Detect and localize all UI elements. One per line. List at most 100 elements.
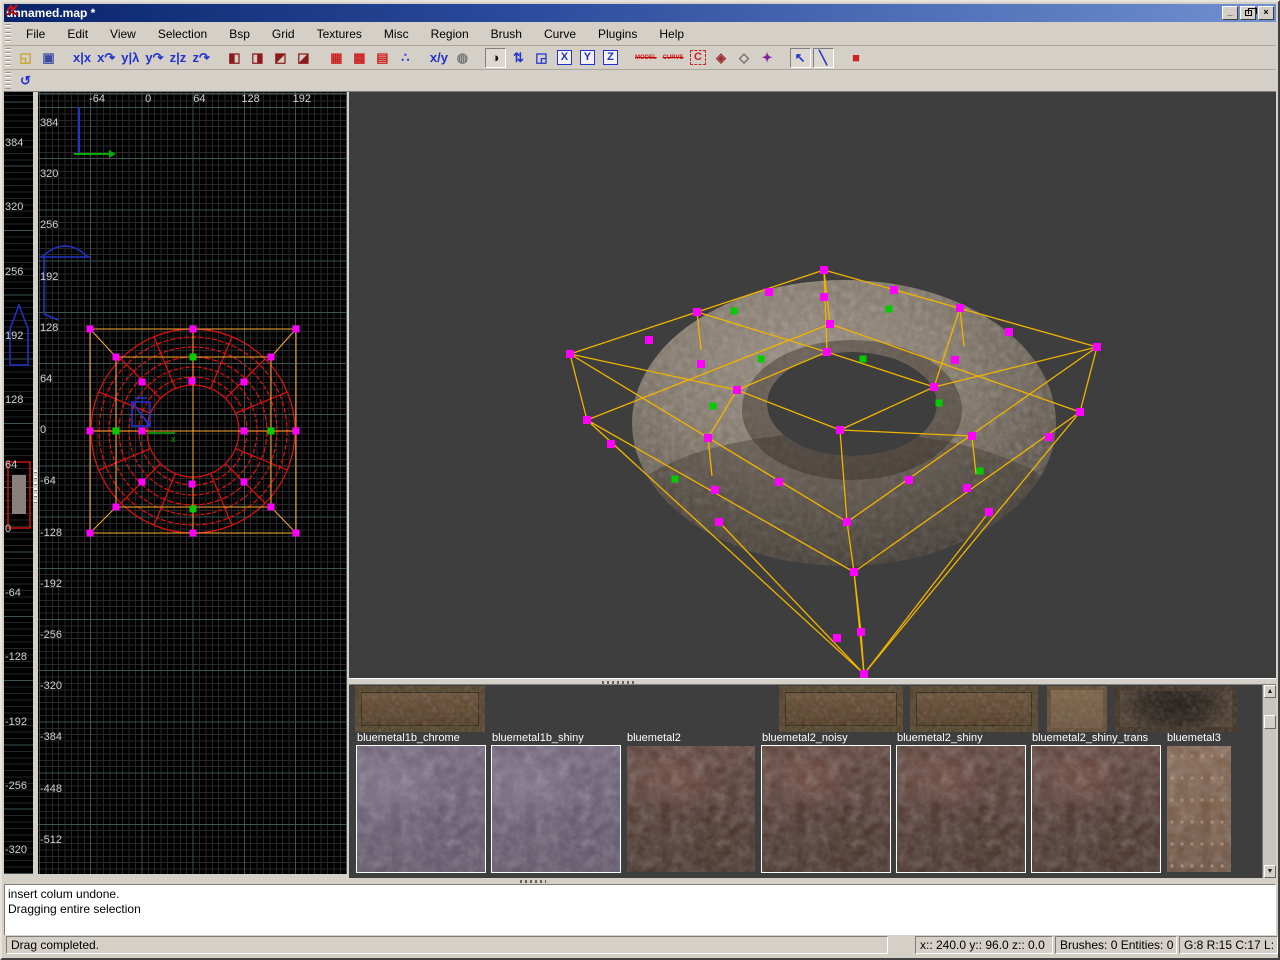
patch-control-point[interactable]: [710, 403, 717, 410]
patch-control-point[interactable]: [583, 416, 591, 424]
patch-control-point[interactable]: [977, 468, 984, 475]
menubar-grip[interactable]: [5, 24, 11, 43]
texture-tile-partial[interactable]: [1115, 686, 1237, 732]
close-button[interactable]: ×: [1258, 6, 1274, 20]
patch-control-point[interactable]: [190, 530, 197, 537]
patch-control-point[interactable]: [758, 356, 765, 363]
csg-merge-icon[interactable]: ▤: [372, 48, 393, 68]
patch-control-point[interactable]: [775, 478, 783, 486]
patch-control-point[interactable]: [963, 484, 971, 492]
select-edge-icon[interactable]: ╲: [813, 48, 834, 68]
toolbar-grip[interactable]: [5, 48, 11, 67]
texture-lock-icon[interactable]: x/y: [428, 48, 450, 68]
texture-tile-partial[interactable]: [1047, 686, 1107, 732]
patch-control-point[interactable]: [113, 504, 120, 511]
patch-control-point[interactable]: [733, 386, 741, 394]
console-output[interactable]: insert colum undone.Dragging entire sele…: [4, 884, 1276, 936]
patch-control-point[interactable]: [566, 350, 574, 358]
patch-control-point[interactable]: [826, 320, 834, 328]
menu-grid[interactable]: Grid: [261, 22, 306, 45]
texture-tile-bluemetal2[interactable]: [627, 746, 755, 872]
patch-control-point[interactable]: [823, 348, 831, 356]
view-y-icon[interactable]: Y: [577, 48, 598, 68]
save-icon[interactable]: ▣: [38, 48, 59, 68]
cubic-clipping-icon[interactable]: ⇅: [508, 48, 529, 68]
select-complete-tall-icon[interactable]: ◧: [224, 48, 245, 68]
csg-hollow-icon[interactable]: ▦: [326, 48, 347, 68]
flip-x-icon[interactable]: x|x: [71, 48, 93, 68]
rotate-x-icon[interactable]: x↷: [95, 48, 117, 68]
patch-control-point[interactable]: [860, 356, 867, 363]
menu-region[interactable]: Region: [420, 22, 480, 45]
title-bar[interactable]: unnamed.map * _×: [4, 4, 1276, 22]
patch-control-point[interactable]: [268, 504, 275, 511]
patch-control-point[interactable]: [820, 266, 828, 274]
scroll-up-button[interactable]: ▲: [1264, 685, 1276, 698]
texture-view-mode-icon[interactable]: ◑: [485, 48, 506, 68]
patch-overlay-icon[interactable]: ◈: [711, 48, 732, 68]
menu-selection[interactable]: Selection: [147, 22, 218, 45]
patch-control-point[interactable]: [139, 479, 146, 486]
camera-3d-view[interactable]: [349, 92, 1276, 678]
scrollbar-thumb[interactable]: [1264, 715, 1276, 729]
minimize-button[interactable]: _: [1222, 6, 1238, 20]
patch-control-point[interactable]: [190, 506, 197, 513]
scroll-down-button[interactable]: ▼: [1264, 865, 1276, 878]
patch-control-point[interactable]: [936, 400, 943, 407]
patch-control-point[interactable]: [268, 354, 275, 361]
patch-control-point[interactable]: [607, 440, 615, 448]
patch-control-point[interactable]: [850, 568, 858, 576]
patch-control-point[interactable]: [645, 336, 653, 344]
patch-control-point[interactable]: [189, 378, 196, 385]
view-x-icon[interactable]: X: [554, 48, 575, 68]
patch-control-point[interactable]: [1005, 328, 1013, 336]
patch-control-point[interactable]: [731, 308, 738, 315]
patch-control-point[interactable]: [190, 354, 197, 361]
rotate-z-icon[interactable]: z↷: [190, 48, 211, 68]
menu-help[interactable]: Help: [648, 22, 695, 45]
patch-control-point[interactable]: [189, 481, 196, 488]
patch-control-point[interactable]: [241, 379, 248, 386]
patch-control-point[interactable]: [1045, 433, 1053, 441]
patch-control-point[interactable]: [704, 434, 712, 442]
patch-control-point[interactable]: [241, 479, 248, 486]
patch-control-point[interactable]: [293, 428, 300, 435]
menu-view[interactable]: View: [99, 22, 147, 45]
open-icon[interactable]: ◱: [15, 48, 36, 68]
patch-control-point[interactable]: [711, 486, 719, 494]
texture-tile-bluemetal2_shiny_trans[interactable]: [1032, 746, 1160, 872]
view-z-icon[interactable]: Z: [600, 48, 621, 68]
patch-control-point[interactable]: [139, 379, 146, 386]
select-mouse-vertex-icon[interactable]: ↖: [790, 48, 811, 68]
patch-control-point[interactable]: [956, 304, 964, 312]
menu-plugins[interactable]: Plugins: [587, 22, 648, 45]
texture-scrollbar[interactable]: ▲ ▼: [1262, 685, 1276, 878]
patch-control-point[interactable]: [268, 428, 275, 435]
texture-tile-partial[interactable]: [910, 686, 1038, 732]
patch-control-point[interactable]: [968, 432, 976, 440]
menu-textures[interactable]: Textures: [306, 22, 373, 45]
patch-control-point[interactable]: [293, 530, 300, 537]
patch-control-point[interactable]: [693, 308, 701, 316]
patch-control-point[interactable]: [820, 293, 828, 301]
patch-nail-icon[interactable]: ✦: [757, 48, 778, 68]
patch-control-point[interactable]: [87, 326, 94, 333]
patch-control-point[interactable]: [765, 288, 773, 296]
csg-subtract-icon[interactable]: ▩: [349, 48, 370, 68]
patch-control-point[interactable]: [905, 476, 913, 484]
menu-file[interactable]: File: [15, 22, 56, 45]
vertex-drag-icon[interactable]: ∴: [395, 48, 416, 68]
patch-control-point[interactable]: [672, 476, 679, 483]
xy-2d-view[interactable]: x 384320256192128640-64-128-192-256-320-…: [38, 92, 347, 874]
dont-select-models-icon[interactable]: MODEL: [633, 48, 659, 68]
dont-select-entity-icon[interactable]: ■: [846, 48, 867, 68]
flip-y-icon[interactable]: y|λ: [119, 48, 141, 68]
menu-misc[interactable]: Misc: [373, 22, 420, 45]
patch-bend-icon[interactable]: ◇: [734, 48, 755, 68]
flip-z-icon[interactable]: z|z: [167, 48, 188, 68]
texture-tile-bluemetal1b_shiny[interactable]: [492, 746, 620, 872]
z-axis-view[interactable]: 384320256192128640-64-128-192-256-320: [4, 92, 33, 874]
select-touching-icon[interactable]: ◨: [247, 48, 268, 68]
patch-control-point[interactable]: [890, 286, 898, 294]
patch-control-point[interactable]: [1093, 343, 1101, 351]
